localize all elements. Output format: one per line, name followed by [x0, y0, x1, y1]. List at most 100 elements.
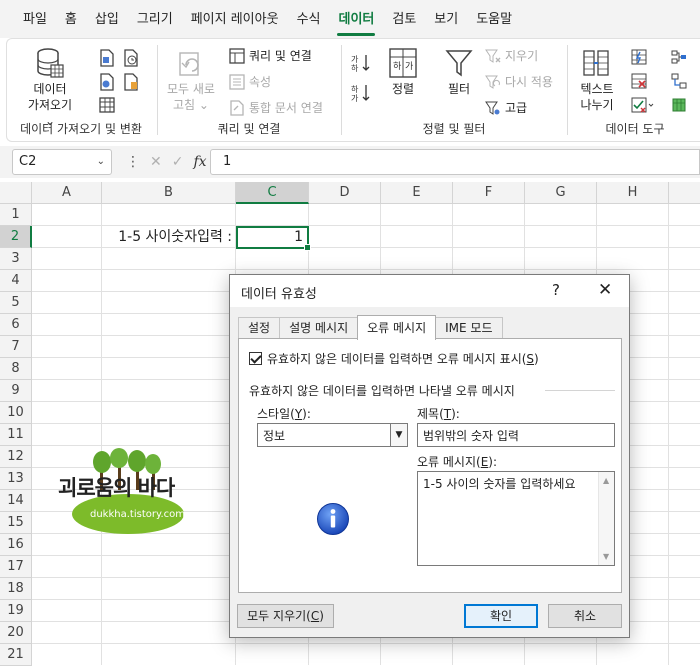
tab-file[interactable]: 파일 — [14, 0, 56, 38]
row-header[interactable]: 20 — [0, 622, 32, 644]
select-all-corner[interactable] — [0, 182, 32, 204]
get-data-button[interactable]: 데이터 가져오기 ⌄ — [21, 47, 79, 129]
column-header[interactable]: B — [102, 182, 236, 204]
consolidate-icon[interactable] — [671, 49, 687, 68]
row-header[interactable]: 10 — [0, 402, 32, 424]
show-error-checkbox[interactable]: 유효하지 않은 데이터를 입력하면 오류 메시지 표시(S) — [249, 350, 539, 367]
queries-connections-button[interactable]: 쿼리 및 연결 — [229, 47, 312, 64]
row-header[interactable]: 7 — [0, 336, 32, 358]
chevron-down-icon[interactable]: ▼ — [390, 424, 407, 446]
remove-duplicates-icon[interactable] — [631, 73, 647, 92]
edit-links-button[interactable]: 통합 문서 연결 — [229, 99, 323, 116]
row-header[interactable]: 21 — [0, 644, 32, 666]
edit-links-label: 통합 문서 연결 — [249, 101, 323, 115]
svg-text:가: 가 — [351, 55, 359, 64]
advanced-filter-button[interactable]: 고급 — [485, 99, 527, 116]
row-header[interactable]: 18 — [0, 578, 32, 600]
data-validation-icon[interactable] — [631, 97, 655, 116]
style-select[interactable]: 정보 ▼ — [257, 423, 408, 447]
checkbox-checked[interactable] — [249, 352, 262, 365]
cell-c2-active[interactable]: 1 — [236, 226, 311, 251]
row-header[interactable]: 19 — [0, 600, 32, 622]
from-web-icon[interactable] — [99, 73, 115, 94]
insert-function-icon[interactable]: fx — [193, 154, 206, 170]
row-header[interactable]: 4 — [0, 270, 32, 292]
tab-help[interactable]: 도움말 — [467, 0, 521, 38]
advanced-filter-icon — [485, 101, 500, 115]
data-model-icon[interactable] — [671, 97, 687, 116]
column-header-selected[interactable]: C — [236, 182, 309, 204]
row-header[interactable]: 16 — [0, 534, 32, 556]
column-header[interactable]: E — [381, 182, 453, 204]
recent-sources-icon[interactable] — [123, 49, 139, 70]
flash-fill-icon[interactable] — [631, 49, 647, 68]
name-box[interactable]: C2 ⌄ — [12, 149, 112, 175]
existing-connections-icon[interactable] — [123, 73, 139, 94]
tab-home[interactable]: 홈 — [56, 0, 86, 38]
chevron-down-icon[interactable]: ⌄ — [97, 154, 105, 170]
properties-button[interactable]: 속성 — [229, 73, 271, 90]
column-header[interactable]: D — [309, 182, 381, 204]
filter-button[interactable]: 필터 — [437, 47, 481, 97]
tab-input-message[interactable]: 설명 메시지 — [279, 317, 359, 339]
scroll-up-icon[interactable]: ▲ — [603, 476, 609, 485]
clear-all-button[interactable]: 모두 지우기(C) — [237, 604, 334, 628]
text-to-columns-button[interactable]: 텍스트 나누기 — [575, 47, 619, 113]
show-error-label: 유효하지 않은 데이터를 입력하면 오류 메시지 표시(S) — [267, 352, 539, 366]
cancel-entry-icon[interactable]: ✕ — [150, 154, 162, 170]
tab-formulas[interactable]: 수식 — [288, 0, 330, 38]
refresh-all-button[interactable]: 모두 새로 고침 ⌄ — [165, 47, 217, 113]
reapply-button[interactable]: 다시 적용 — [485, 73, 553, 90]
row-header-selected[interactable]: 2 — [0, 226, 32, 248]
tab-insert[interactable]: 삽입 — [86, 0, 128, 38]
sort-ascending-icon[interactable]: 가하 — [351, 53, 371, 76]
row-header[interactable]: 1 — [0, 204, 32, 226]
column-header[interactable]: F — [453, 182, 525, 204]
row-header[interactable]: 12 — [0, 446, 32, 468]
column-header[interactable]: H — [597, 182, 669, 204]
sort-button[interactable]: 하 가 정렬 — [381, 47, 425, 97]
confirm-entry-icon[interactable]: ✓ — [172, 154, 184, 170]
tab-view[interactable]: 보기 — [425, 0, 467, 38]
row-header[interactable]: 3 — [0, 248, 32, 270]
column-header-partial[interactable] — [669, 182, 700, 204]
scroll-down-icon[interactable]: ▼ — [603, 552, 609, 561]
tab-review[interactable]: 검토 — [383, 0, 425, 38]
from-table-icon[interactable] — [99, 97, 115, 116]
row-header[interactable]: 17 — [0, 556, 32, 578]
from-text-icon[interactable] — [99, 49, 115, 70]
cell-b2[interactable]: 1-5 사이숫자입력 : — [100, 226, 236, 248]
tab-data[interactable]: 데이터 — [329, 0, 383, 38]
row-header[interactable]: 11 — [0, 424, 32, 446]
dialog-titlebar[interactable]: 데이터 유효성 ? ✕ — [230, 275, 629, 307]
group-label-sort-filter: 정렬 및 필터 — [422, 122, 486, 136]
relationships-icon[interactable] — [671, 73, 687, 92]
row-header[interactable]: 8 — [0, 358, 32, 380]
tab-page-layout[interactable]: 페이지 레이아웃 — [182, 0, 288, 38]
row-header[interactable]: 9 — [0, 380, 32, 402]
clear-filter-button[interactable]: 지우기 — [485, 47, 538, 64]
tab-ime-mode[interactable]: IME 모드 — [435, 317, 503, 339]
tab-draw[interactable]: 그리기 — [128, 0, 182, 38]
column-header[interactable]: A — [32, 182, 102, 204]
ok-button[interactable]: 확인 — [464, 604, 538, 628]
row-header[interactable]: 15 — [0, 512, 32, 534]
blog-logo: 괴로움의 바다 dukkha.tistory.com — [52, 448, 202, 538]
error-message-textarea[interactable]: 1-5 사이의 숫자를 입력하세요 ▲ ▼ — [417, 471, 615, 566]
tab-settings[interactable]: 설정 — [238, 317, 281, 339]
textarea-scrollbar[interactable]: ▲ ▼ — [598, 472, 614, 565]
svg-text:가: 가 — [351, 94, 359, 103]
row-header[interactable]: 5 — [0, 292, 32, 314]
row-header[interactable]: 14 — [0, 490, 32, 512]
formula-input[interactable]: 1 — [210, 149, 700, 175]
help-icon[interactable]: ? — [552, 281, 560, 299]
clear-filter-label: 지우기 — [505, 49, 539, 63]
column-header[interactable]: G — [525, 182, 597, 204]
sort-descending-icon[interactable]: 하가 — [351, 83, 371, 106]
row-header[interactable]: 13 — [0, 468, 32, 490]
row-header[interactable]: 6 — [0, 314, 32, 336]
cancel-button[interactable]: 취소 — [548, 604, 622, 628]
close-icon[interactable]: ✕ — [598, 280, 612, 300]
title-input[interactable]: 범위밖의 숫자 입력 — [417, 423, 615, 447]
tab-error-alert[interactable]: 오류 메시지 — [357, 315, 437, 340]
